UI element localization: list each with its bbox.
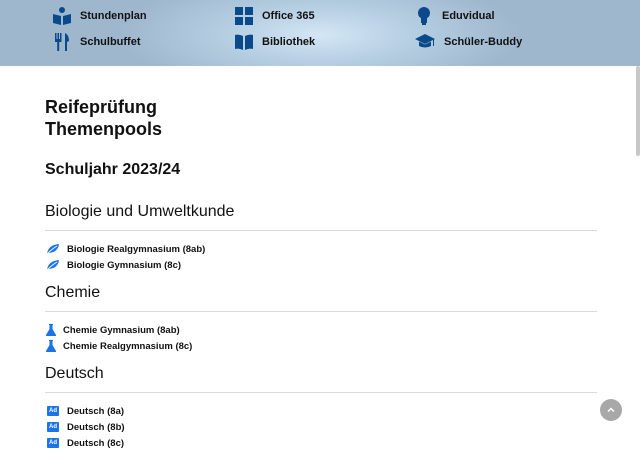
school-year-heading: Schuljahr 2023/24: [45, 161, 181, 178]
page-title-line2: Themenpools: [45, 119, 163, 139]
nav-label: Office 365: [262, 10, 315, 22]
page-title-line1: Reifeprüfung: [45, 97, 157, 117]
section-divider: [45, 311, 597, 312]
nav-schueler-buddy[interactable]: Schüler-Buddy: [414, 32, 522, 52]
nav-bibliothek[interactable]: Bibliothek: [234, 32, 315, 52]
badge-text: Ad: [47, 438, 59, 448]
link-label: Deutsch (8b): [67, 421, 125, 433]
section-title: Biologie und Umweltkunde: [45, 203, 235, 220]
link-biologie-gymnasium[interactable]: Biologie Gymnasium (8c): [45, 257, 597, 273]
flask-icon: [45, 323, 57, 337]
section-divider: [45, 392, 597, 393]
section-deutsch: Deutsch Ad Deutsch (8a) Ad Deutsch (8b) …: [45, 364, 597, 451]
top-navigation-bar: Stundenplan Office 365 Eduvidual Schulbu…: [0, 0, 640, 66]
section-divider: [45, 230, 597, 231]
badge-text: Ad: [47, 406, 59, 416]
page-title: Reifeprüfung Themenpools: [45, 96, 597, 140]
link-deutsch-8c[interactable]: Ad Deutsch (8c): [45, 435, 597, 451]
adobe-badge-icon: Ad: [45, 420, 61, 434]
flask-icon: [45, 339, 57, 353]
link-biologie-realgymnasium[interactable]: Biologie Realgymnasium (8ab): [45, 241, 597, 257]
nav-label: Bibliothek: [262, 36, 316, 48]
nav-eduvidual[interactable]: Eduvidual: [414, 6, 495, 26]
link-label: Biologie Gymnasium (8c): [67, 259, 182, 271]
link-label: Deutsch (8a): [67, 405, 125, 417]
link-deutsch-8a[interactable]: Ad Deutsch (8a): [45, 403, 597, 419]
link-chemie-gymnasium[interactable]: Chemie Gymnasium (8ab): [45, 322, 597, 338]
scroll-to-top-button[interactable]: [600, 399, 622, 421]
link-deutsch-8b[interactable]: Ad Deutsch (8b): [45, 419, 597, 435]
nav-label: Schulbuffet: [80, 36, 141, 48]
open-book-icon: [235, 34, 253, 50]
utensils-icon: [55, 33, 69, 51]
nav-label: Stundenplan: [80, 10, 147, 22]
nav-label: Eduvidual: [442, 10, 495, 22]
section-title: Chemie: [45, 284, 101, 301]
chevron-up-icon: [607, 407, 615, 413]
lightbulb-icon: [418, 7, 430, 25]
link-label: Chemie Realgymnasium (8c): [63, 340, 193, 352]
link-chemie-realgymnasium[interactable]: Chemie Realgymnasium (8c): [45, 338, 597, 354]
adobe-badge-icon: Ad: [45, 436, 61, 450]
nav-label: Schüler-Buddy: [444, 36, 523, 48]
section-title: Deutsch: [45, 365, 104, 382]
section-biologie: Biologie und Umweltkunde Biologie Realgy…: [45, 202, 597, 273]
nav-office-365[interactable]: Office 365: [234, 6, 315, 26]
section-chemie: Chemie Chemie Gymnasium (8ab) Chemie Rea…: [45, 283, 597, 354]
windows-icon: [235, 7, 253, 25]
leaf-icon: [45, 242, 61, 256]
nav-schulbuffet[interactable]: Schulbuffet: [52, 32, 141, 52]
graduation-cap-icon: [415, 34, 435, 48]
badge-text: Ad: [47, 422, 59, 432]
main-content: Reifeprüfung Themenpools Schuljahr 2023/…: [45, 96, 597, 451]
link-label: Chemie Gymnasium (8ab): [63, 324, 180, 336]
nav-stundenplan[interactable]: Stundenplan: [52, 6, 147, 26]
link-label: Deutsch (8c): [67, 437, 125, 449]
scrollbar-thumb[interactable]: [636, 66, 640, 156]
book-reader-icon: [53, 7, 71, 25]
adobe-badge-icon: Ad: [45, 404, 61, 418]
link-label: Biologie Realgymnasium (8ab): [67, 243, 206, 255]
leaf-icon: [45, 258, 61, 272]
